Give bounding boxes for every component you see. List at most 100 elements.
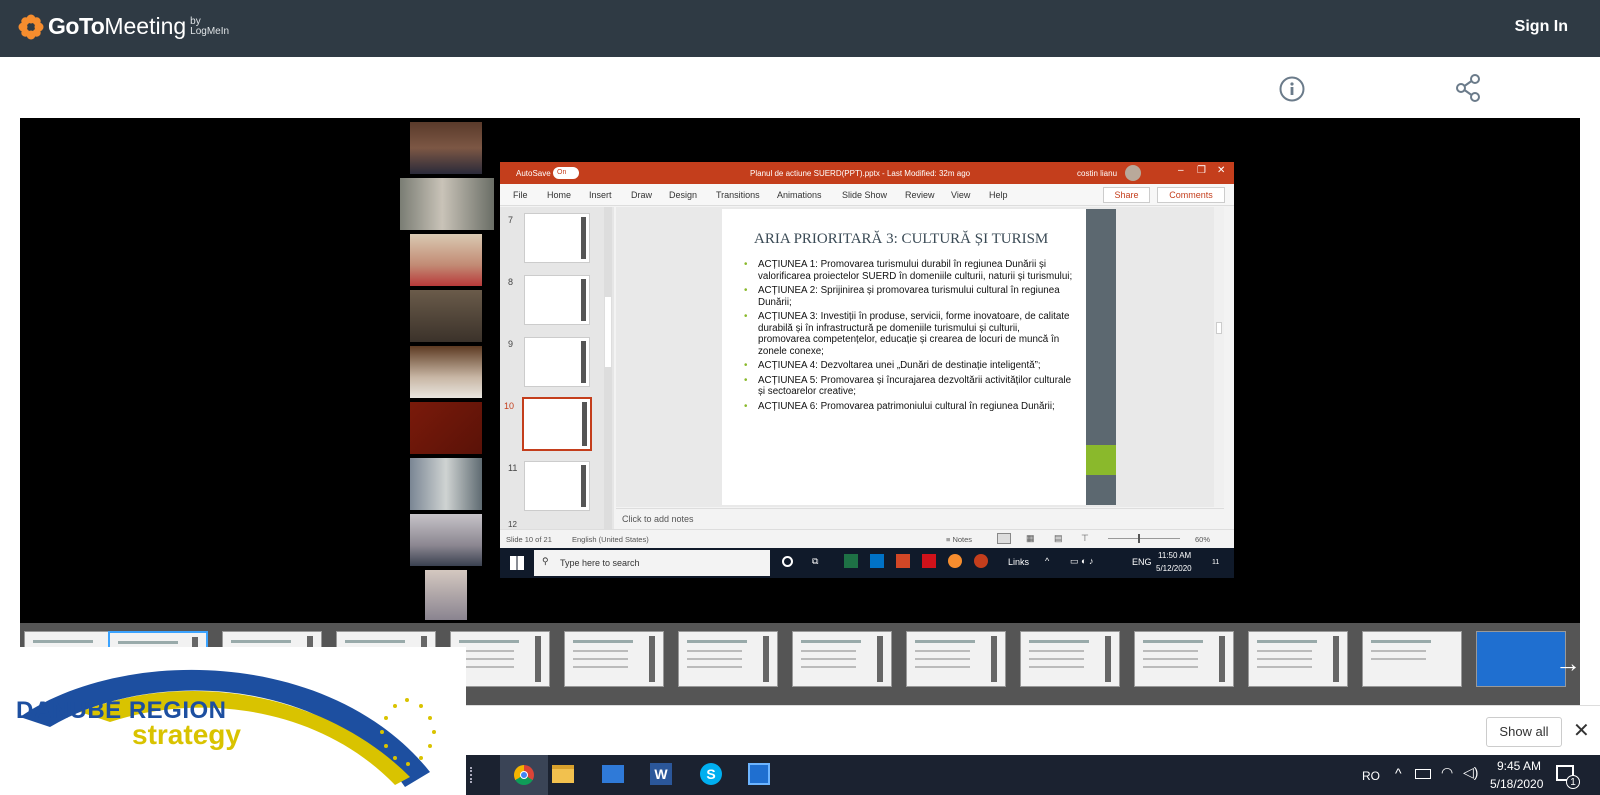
close-download-bar-icon[interactable]: ✕ bbox=[1573, 718, 1590, 743]
ppt-document-title: Planul de actiune SUERD(PPT).pptx - Last… bbox=[750, 169, 971, 178]
user-avatar[interactable] bbox=[1125, 165, 1141, 181]
inner-search-box[interactable]: ⚲ Type here to search bbox=[534, 550, 770, 576]
word-icon[interactable]: W bbox=[650, 763, 672, 785]
autosave-label: AutoSave bbox=[516, 169, 551, 178]
slide-thumbnail[interactable] bbox=[524, 275, 590, 325]
menu-animations[interactable]: Animations bbox=[777, 190, 822, 200]
photos-icon[interactable] bbox=[748, 763, 770, 785]
filmstrip-thumb[interactable] bbox=[1134, 631, 1234, 687]
close-icon[interactable]: ✕ bbox=[1217, 165, 1225, 176]
filmstrip-next-arrow-icon[interactable]: → bbox=[1553, 633, 1583, 693]
show-all-button[interactable]: Show all bbox=[1486, 717, 1562, 747]
inner-clock-time: 11:50 AM bbox=[1158, 551, 1192, 560]
filmstrip-thumb[interactable] bbox=[1248, 631, 1348, 687]
input-language[interactable]: ENG bbox=[1132, 557, 1152, 567]
participant-video[interactable] bbox=[410, 234, 482, 286]
participant-video[interactable] bbox=[410, 514, 482, 566]
links-toolbar[interactable]: Links bbox=[1008, 557, 1029, 567]
clock-time[interactable]: 9:45 AM bbox=[1497, 759, 1541, 773]
filmstrip-thumb[interactable] bbox=[1362, 631, 1462, 687]
menu-slide-show[interactable]: Slide Show bbox=[842, 190, 887, 200]
task-view-icon[interactable]: ⧉ bbox=[812, 556, 818, 567]
cortana-icon[interactable] bbox=[782, 556, 793, 567]
info-icon[interactable] bbox=[1279, 76, 1305, 102]
participant-video[interactable] bbox=[410, 290, 482, 342]
menu-draw[interactable]: Draw bbox=[631, 190, 652, 200]
file-explorer-icon[interactable] bbox=[552, 765, 574, 783]
participant-video[interactable] bbox=[425, 570, 467, 620]
slide-thumbnail[interactable] bbox=[524, 337, 590, 387]
slide-title: ARIA PRIORITARĂ 3: CULTURĂ ȘI TURISM bbox=[754, 231, 1049, 247]
filmstrip-thumb[interactable] bbox=[1020, 631, 1120, 687]
clock-date[interactable]: 5/18/2020 bbox=[1490, 777, 1543, 791]
autosave-toggle[interactable]: On bbox=[553, 167, 579, 179]
menu-view[interactable]: View bbox=[951, 190, 970, 200]
volume-icon[interactable]: ◁) bbox=[1463, 764, 1478, 781]
slide-thumbnail[interactable] bbox=[524, 461, 590, 511]
notes-pane[interactable]: Click to add notes bbox=[616, 508, 1224, 528]
taskbar-language[interactable]: RO bbox=[1362, 769, 1380, 783]
powerpoint-active-icon[interactable] bbox=[974, 554, 988, 568]
menu-insert[interactable]: Insert bbox=[589, 190, 612, 200]
ppt-share-button[interactable]: Share bbox=[1103, 187, 1150, 203]
ppt-menu-bar: File Home Insert Draw Design Transitions… bbox=[500, 184, 1234, 206]
sign-in-button[interactable]: Sign In bbox=[1515, 18, 1568, 36]
menu-review[interactable]: Review bbox=[905, 190, 935, 200]
acrobat-icon[interactable] bbox=[922, 554, 936, 568]
share-icon[interactable] bbox=[1455, 74, 1481, 102]
slideshow-icon[interactable]: ⊤ bbox=[1081, 533, 1089, 544]
brand-go: GoTo bbox=[48, 13, 105, 39]
slide-bullet-list: • ACȚIUNEA 1: Promovarea turismului durab… bbox=[744, 259, 1074, 415]
participant-video[interactable] bbox=[400, 178, 494, 230]
language-status[interactable]: English (United States) bbox=[572, 535, 649, 544]
menu-help[interactable]: Help bbox=[989, 190, 1008, 200]
windows-start-icon[interactable] bbox=[510, 556, 524, 570]
participant-video[interactable] bbox=[410, 402, 482, 454]
reading-view-icon[interactable]: ▤ bbox=[1054, 533, 1063, 544]
taskbar-grip-icon bbox=[470, 767, 473, 783]
zoom-level[interactable]: 60% bbox=[1195, 535, 1210, 544]
editor-scrollbar[interactable] bbox=[1214, 207, 1224, 507]
inner-notification-badge[interactable]: 11 bbox=[1212, 559, 1219, 566]
current-slide[interactable]: ARIA PRIORITARĂ 3: CULTURĂ ȘI TURISM • AC… bbox=[722, 209, 1116, 505]
zoom-slider[interactable] bbox=[1108, 534, 1180, 543]
participant-video[interactable] bbox=[410, 458, 482, 510]
filmstrip-thumb[interactable] bbox=[678, 631, 778, 687]
normal-view-icon[interactable] bbox=[997, 533, 1011, 544]
slide-thumbnail[interactable] bbox=[524, 213, 590, 263]
participant-video-column bbox=[352, 118, 494, 623]
menu-home[interactable]: Home bbox=[547, 190, 571, 200]
participant-video[interactable] bbox=[410, 346, 482, 398]
skype-icon[interactable]: S bbox=[700, 763, 722, 785]
slide-bullet: • ACȚIUNEA 5: Promovarea și încurajarea d… bbox=[744, 374, 1072, 398]
mail-icon[interactable] bbox=[602, 765, 624, 783]
slide-thumbnail-active[interactable] bbox=[522, 397, 592, 451]
wifi-icon[interactable]: ◠ bbox=[1441, 764, 1453, 781]
chevron-up-icon[interactable]: ^ bbox=[1045, 556, 1049, 566]
excel-icon[interactable] bbox=[844, 554, 858, 568]
battery-icon[interactable] bbox=[1415, 769, 1431, 779]
participant-video[interactable] bbox=[410, 122, 482, 174]
minimize-icon[interactable]: – bbox=[1178, 165, 1184, 176]
filmstrip-thumb[interactable] bbox=[792, 631, 892, 687]
brand-meeting: Meeting bbox=[104, 13, 187, 39]
gotomeeting-task-icon[interactable] bbox=[948, 554, 962, 568]
gotomeeting-logo[interactable]: GoTo Meeting by LogMeIn bbox=[18, 13, 229, 40]
slide-sorter-icon[interactable]: ▦ bbox=[1026, 533, 1035, 544]
restore-icon[interactable]: ❐ bbox=[1197, 165, 1206, 176]
slide-thumbnails-pane: 7 8 9 10 11 12 bbox=[500, 207, 614, 529]
notes-toggle[interactable]: ≡ Notes bbox=[946, 535, 972, 544]
slide-counter: Slide 10 of 21 bbox=[506, 535, 552, 544]
outlook-icon[interactable] bbox=[870, 554, 884, 568]
menu-file[interactable]: File bbox=[513, 190, 528, 200]
menu-design[interactable]: Design bbox=[669, 190, 697, 200]
notes-placeholder: Click to add notes bbox=[622, 514, 694, 524]
filmstrip-thumb[interactable] bbox=[564, 631, 664, 687]
chrome-icon[interactable] bbox=[500, 755, 548, 795]
filmstrip-thumb[interactable] bbox=[906, 631, 1006, 687]
ppt-comments-button[interactable]: Comments bbox=[1157, 187, 1225, 203]
powerpoint-icon[interactable] bbox=[896, 554, 910, 568]
thumbnails-scrollbar[interactable] bbox=[604, 207, 612, 529]
menu-transitions[interactable]: Transitions bbox=[716, 190, 760, 200]
taskbar-chevron-up-icon[interactable]: ^ bbox=[1395, 765, 1402, 781]
